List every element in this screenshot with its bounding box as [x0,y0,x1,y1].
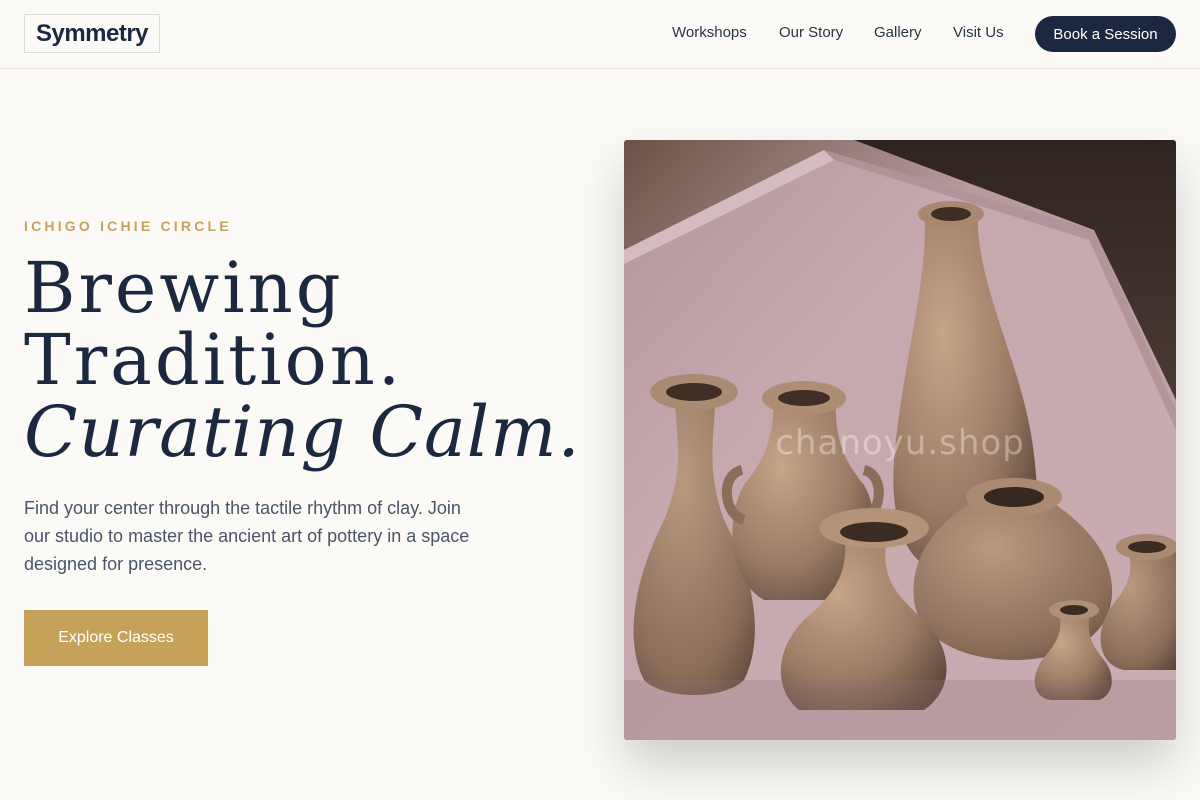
hero-eyebrow: ICHIGO ICHIE CIRCLE [24,218,232,234]
image-watermark: chanoyu.shop [775,423,1025,463]
headline-line-2: Tradition. [24,319,404,401]
site-header: Symmetry Workshops Our Story Gallery Vis… [0,0,1200,69]
nav-link-workshops[interactable]: Workshops [672,23,747,43]
headline-line-3: Curating Calm. [24,391,581,473]
hero-headline: Brewing Tradition. Curating Calm. [24,252,581,468]
nav-link-visit-us[interactable]: Visit Us [953,23,1004,43]
book-session-button[interactable]: Book a Session [1035,16,1176,52]
nav-link-our-story[interactable]: Our Story [779,23,843,43]
headline-line-1: Brewing [24,247,344,329]
logo[interactable]: Symmetry [24,14,160,53]
pottery-image: chanoyu.shop [624,140,1176,740]
explore-classes-button[interactable]: Explore Classes [24,610,208,666]
nav-link-gallery[interactable]: Gallery [874,23,922,43]
hero-description: Find your center through the tactile rhy… [24,498,470,574]
